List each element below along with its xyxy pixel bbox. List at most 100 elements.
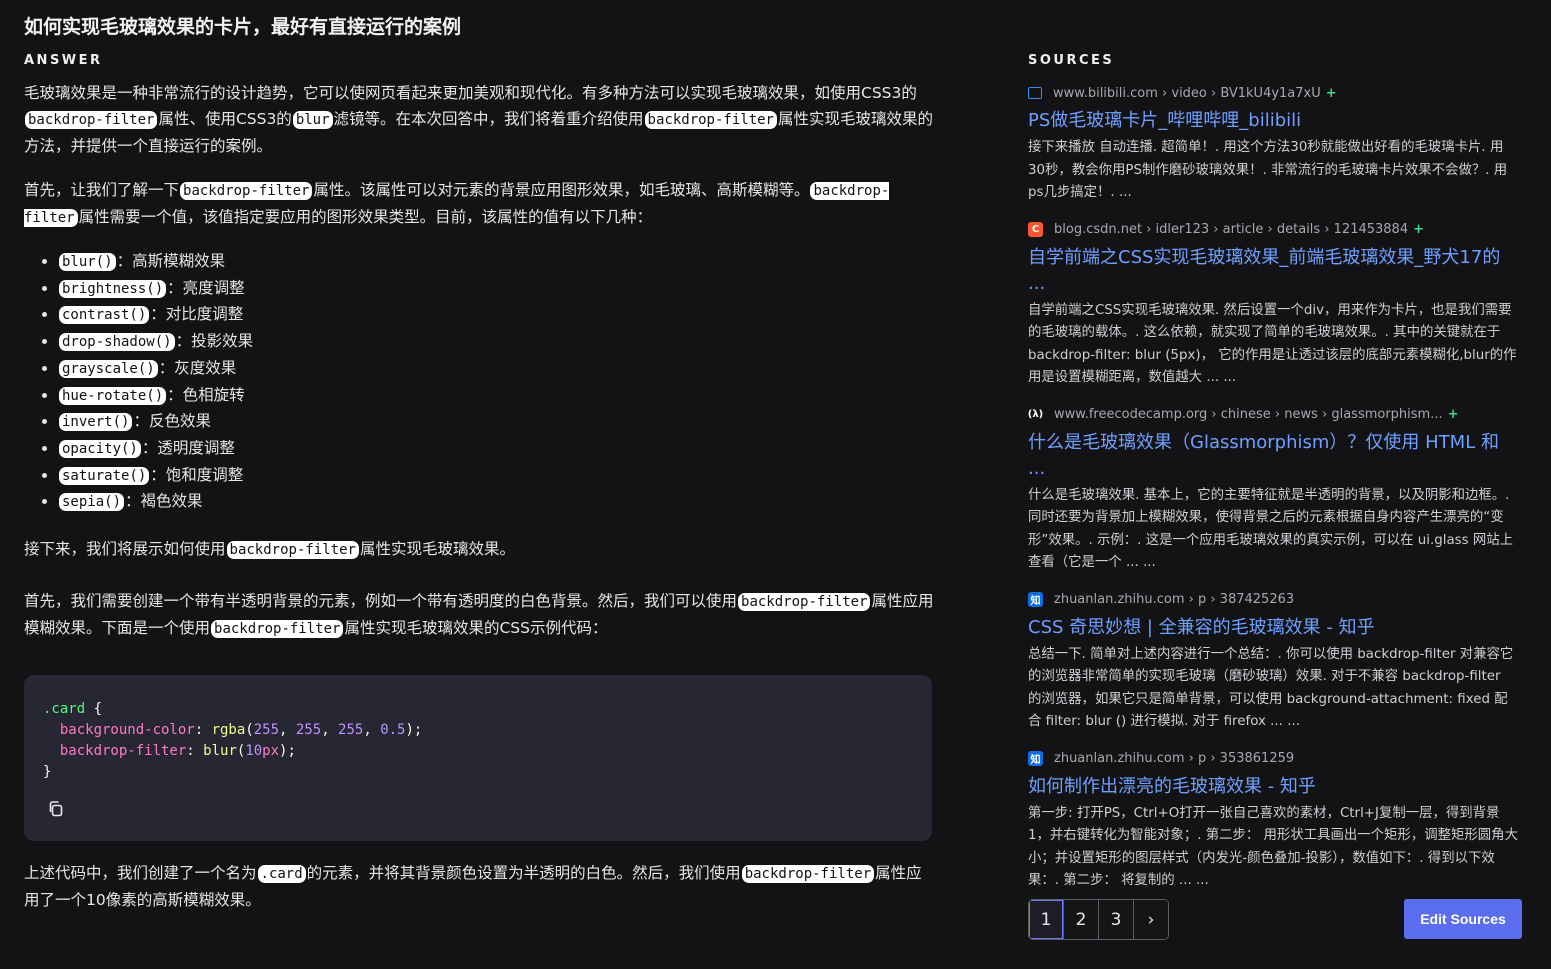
text: 毛玻璃效果是一种非常流行的设计趋势，它可以使网页看起来更加美观和现代化。有多种方…: [24, 84, 917, 102]
source-title-link[interactable]: CSS 奇思妙想 | 全兼容的毛玻璃效果 - 知乎: [1028, 615, 1518, 641]
text: ：亮度调整: [167, 278, 245, 297]
code-selector: .card: [43, 701, 86, 718]
text: 接下来，我们将展示如何使用: [24, 540, 226, 559]
source-snippet: 接下来播放 自动连播. 超简单！. 用这个方法30秒就能做出好看的毛玻璃卡片. …: [1028, 140, 1508, 200]
inline-code: backdrop-filter: [741, 865, 875, 884]
add-source-icon[interactable]: +: [1326, 86, 1337, 101]
source-meta: (λ) www.freecodecamp.org › chinese › new…: [1028, 404, 1518, 426]
text: ：高斯模糊效果: [116, 252, 226, 270]
list-item: hue-rotate()：色相旋转: [58, 383, 934, 410]
text: ：透明度调整: [141, 438, 235, 457]
source-item: 知 zhuanlan.zhihu.com › p › 353861259 如何制…: [1028, 748, 1518, 893]
source-url[interactable]: blog.csdn.net › idler123 › article › det…: [1054, 222, 1408, 237]
page-button-2[interactable]: 2: [1064, 900, 1099, 939]
code-property: background-color: [59, 722, 195, 739]
source-title-link[interactable]: PS做毛玻璃卡片_哔哩哔哩_bilibili: [1028, 108, 1518, 134]
text: 属性实现毛玻璃效果的CSS示例代码：: [344, 619, 608, 638]
answer-paragraph: 上述代码中，我们创建了一个名为 .card 的元素，并将其背景颜色设置为半透明的白色…: [24, 860, 934, 913]
inline-code: opacity(): [59, 439, 141, 458]
text: ：褐色效果: [125, 492, 203, 511]
inline-code: hue-rotate(): [59, 386, 167, 405]
answer-label: ANSWER: [24, 53, 103, 68]
sources-label: SOURCES: [1028, 53, 1115, 68]
code-function: rgba: [211, 722, 246, 739]
source-title-link[interactable]: 如何制作出漂亮的毛玻璃效果 - 知乎: [1028, 774, 1518, 800]
text: 属性实现毛玻璃效果。: [359, 540, 515, 559]
code-block: .card { background-color: rgba(255, 255,…: [24, 675, 932, 842]
inline-code: backdrop-filter: [644, 111, 777, 129]
list-item: contrast()：对比度调整: [58, 302, 934, 329]
inline-code: grayscale(): [59, 359, 158, 378]
add-source-icon[interactable]: +: [1413, 222, 1424, 237]
inline-code: blur(): [59, 253, 116, 271]
source-url[interactable]: www.bilibili.com › video › BV1kU4y1a7xU: [1053, 86, 1321, 101]
text: ：反色效果: [133, 412, 211, 431]
source-url[interactable]: zhuanlan.zhihu.com › p › 387425263: [1054, 592, 1294, 607]
source-item: C blog.csdn.net › idler123 › article › d…: [1028, 219, 1518, 390]
text: ：饱和度调整: [150, 465, 244, 484]
code-number: 10: [245, 743, 263, 760]
code-unit: px: [262, 743, 280, 760]
text: 首先，我们需要创建一个带有半透明背景的元素，例如一个带有透明度的白色背景。然后，…: [24, 592, 738, 611]
inline-code: .card: [257, 865, 306, 884]
source-item: www.bilibili.com › video › BV1kU4y1a7xU +…: [1028, 82, 1518, 205]
text: ：对比度调整: [150, 305, 244, 324]
chevron-right-icon: ›: [1147, 909, 1155, 930]
next-page-button[interactable]: ›: [1134, 900, 1168, 939]
inline-code: sepia(): [59, 493, 125, 512]
answer-paragraph: 毛玻璃效果是一种非常流行的设计趋势，它可以使网页看起来更加美观和现代化。有多种方…: [24, 80, 934, 159]
code-number: 255: [338, 722, 364, 739]
copy-code-button[interactable]: [46, 799, 66, 819]
source-meta: 知 zhuanlan.zhihu.com › p › 353861259: [1028, 748, 1518, 770]
list-item: sepia()：褐色效果: [58, 489, 934, 516]
code-number: 255: [253, 722, 280, 739]
source-item: (λ) www.freecodecamp.org › chinese › new…: [1028, 404, 1518, 575]
text: 的元素，并将其背景颜色设置为半透明的白色。然后，我们使用: [306, 864, 741, 883]
inline-code: saturate(): [59, 466, 150, 485]
add-source-icon[interactable]: +: [1448, 407, 1459, 422]
list-item: saturate()：饱和度调整: [58, 463, 934, 490]
inline-code: backdrop-filter: [226, 541, 359, 560]
list-item: invert()：反色效果: [58, 409, 934, 436]
code-brace: }: [43, 764, 52, 781]
text: 属性。该属性可以对元素的背景应用图形效果，如毛玻璃、高斯模糊等。: [313, 181, 810, 199]
code-property: backdrop-filter: [59, 743, 187, 760]
page-button-3[interactable]: 3: [1099, 900, 1134, 939]
inline-code: drop-shadow(): [59, 333, 175, 352]
copy-icon: [49, 801, 63, 817]
code-number: 0.5: [380, 722, 406, 739]
source-title-link[interactable]: 自学前端之CSS实现毛玻璃效果_前端毛玻璃效果_野犬17的 ...: [1028, 245, 1518, 297]
answer-paragraph: 首先，让我们了解一下 backdrop-filter 属性。该属性可以对元素的背景应…: [24, 177, 934, 231]
pagination: 1 2 3 ›: [1028, 899, 1169, 940]
text: 属性需要一个值，该值指定要应用的图形效果类型。目前，该属性的值有以下几种：: [78, 208, 653, 226]
edit-sources-button[interactable]: Edit Sources: [1404, 899, 1522, 939]
text: 上述代码中，我们创建了一个名为: [24, 864, 257, 883]
source-item: 知 zhuanlan.zhihu.com › p › 387425263 CSS…: [1028, 589, 1518, 734]
page-button-1[interactable]: 1: [1029, 900, 1064, 939]
list-item: brightness()：亮度调整: [58, 276, 934, 303]
answer-body: 毛玻璃效果是一种非常流行的设计趋势，它可以使网页看起来更加美观和现代化。有多种方…: [24, 80, 934, 913]
inline-code: backdrop-filter: [211, 620, 344, 639]
inline-code: brightness(): [59, 279, 167, 298]
inline-code: backdrop-filter: [180, 182, 313, 200]
source-url[interactable]: zhuanlan.zhihu.com › p › 353861259: [1054, 751, 1294, 766]
list-item: blur()：高斯模糊效果: [58, 249, 934, 276]
filter-values-list: blur()：高斯模糊效果 brightness()：亮度调整 contrast…: [24, 249, 934, 516]
source-snippet: 自学前端之CSS实现毛玻璃效果. 然后设置一个div，用来作为卡片，也是我们需要…: [1028, 302, 1517, 386]
sources-list: www.bilibili.com › video › BV1kU4y1a7xU +…: [1028, 82, 1518, 907]
source-snippet: 总结一下. 简单对上述内容进行一个总结：. 你可以使用 backdrop-fil…: [1028, 646, 1514, 730]
text: ：色相旋转: [167, 385, 245, 404]
csdn-icon: C: [1028, 222, 1043, 237]
list-item: grayscale()：灰度效果: [58, 356, 934, 383]
source-meta: C blog.csdn.net › idler123 › article › d…: [1028, 219, 1518, 241]
code-content: .card { background-color: rgba(255, 255,…: [43, 701, 423, 781]
inline-code: invert(): [59, 413, 133, 432]
code-function: blur: [203, 743, 237, 760]
code-number: 255: [295, 722, 322, 739]
freecodecamp-icon: (λ): [1027, 409, 1044, 420]
source-url[interactable]: www.freecodecamp.org › chinese › news › …: [1054, 407, 1443, 422]
zhihu-icon: 知: [1028, 751, 1043, 766]
source-meta: 知 zhuanlan.zhihu.com › p › 387425263: [1028, 589, 1518, 611]
text: ：投影效果: [175, 332, 254, 351]
source-title-link[interactable]: 什么是毛玻璃效果（Glassmorphism）？仅使用 HTML 和 ...: [1028, 430, 1518, 482]
